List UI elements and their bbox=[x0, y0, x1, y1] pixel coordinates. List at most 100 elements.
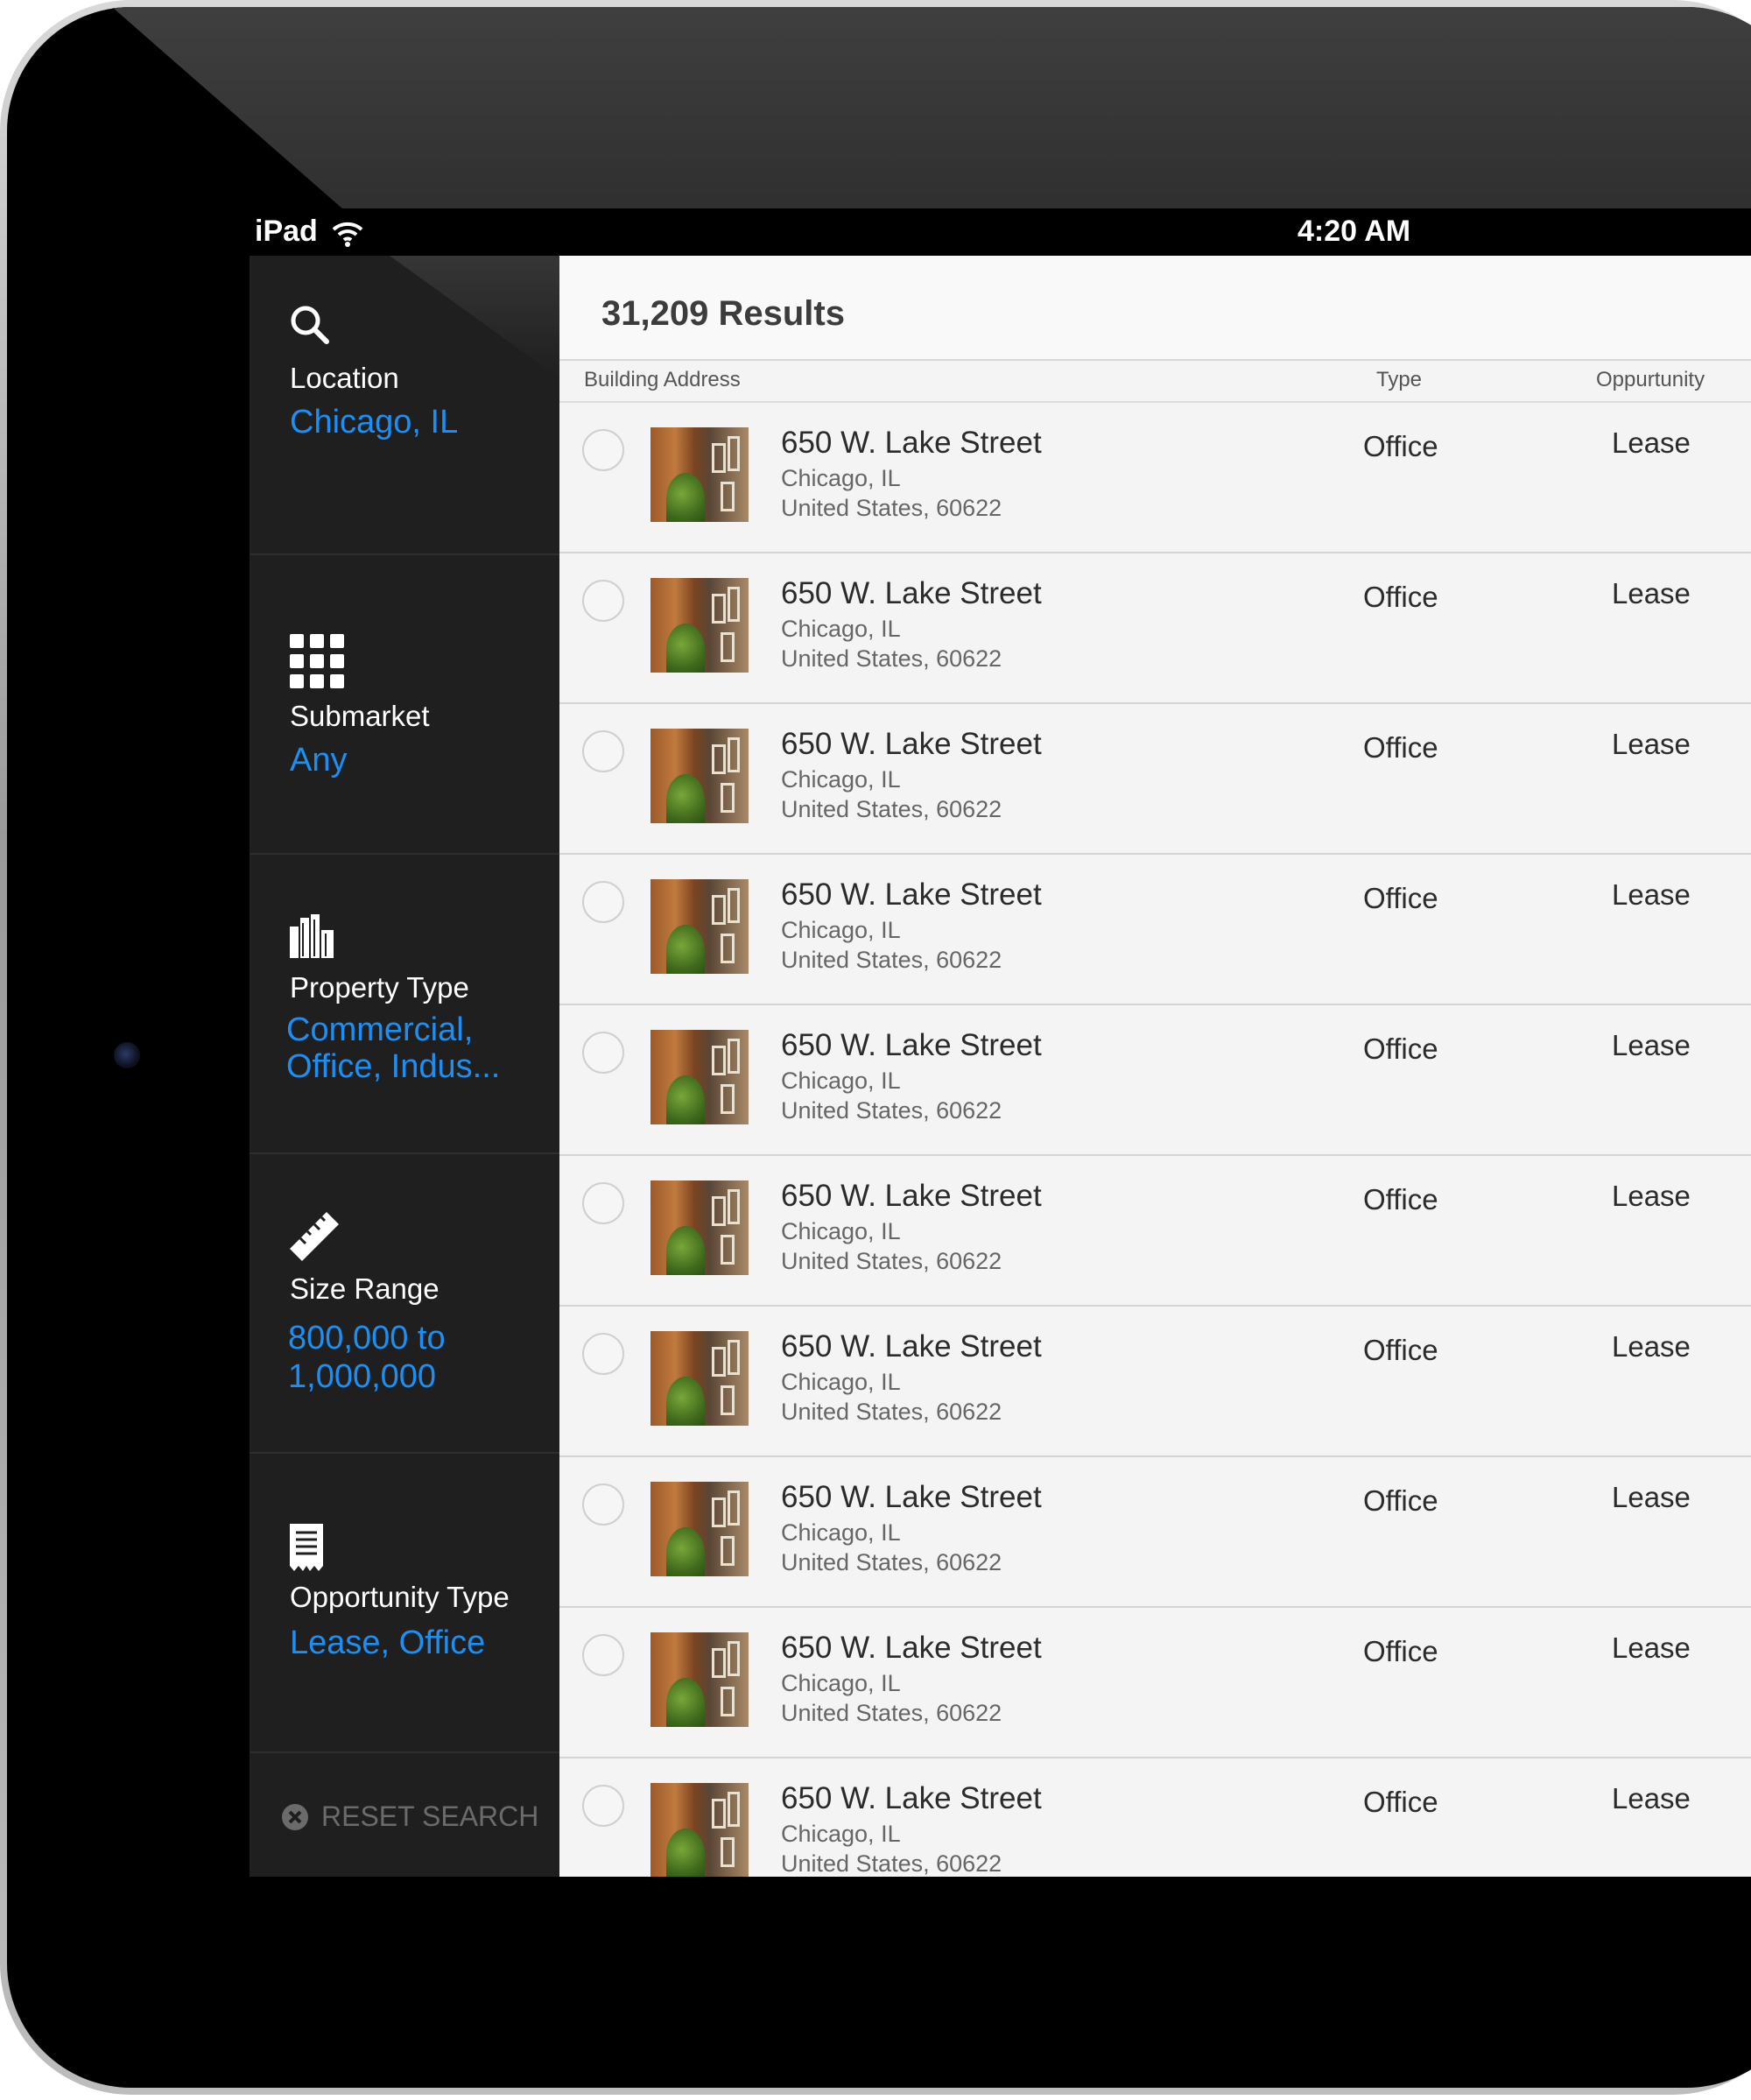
building-thumbnail bbox=[650, 578, 749, 673]
column-header-opportunity[interactable]: Oppurtunity bbox=[1596, 368, 1705, 392]
row-type: Office bbox=[1363, 1183, 1438, 1216]
row-type: Office bbox=[1363, 1032, 1438, 1065]
row-select-checkbox[interactable] bbox=[582, 429, 624, 471]
front-camera bbox=[114, 1042, 140, 1068]
buildings-icon bbox=[290, 914, 334, 958]
row-opportunity: Lease bbox=[1612, 1782, 1691, 1815]
filter-submarket-label: Submarket bbox=[290, 700, 430, 732]
row-street: 650 W. Lake Street bbox=[781, 1028, 1042, 1062]
filter-size-range-value-line2: 1,000,000 bbox=[288, 1358, 437, 1395]
building-thumbnail bbox=[650, 1030, 749, 1124]
row-street: 650 W. Lake Street bbox=[781, 576, 1042, 610]
filter-opportunity-type-value: Lease, Office bbox=[290, 1624, 486, 1661]
row-street: 650 W. Lake Street bbox=[781, 1179, 1042, 1213]
row-country-zip: United States, 60622 bbox=[781, 947, 1002, 973]
building-thumbnail bbox=[650, 1632, 749, 1727]
row-country-zip: United States, 60622 bbox=[781, 1248, 1002, 1274]
row-city: Chicago, IL bbox=[781, 616, 901, 642]
row-type: Office bbox=[1363, 1484, 1438, 1517]
row-city: Chicago, IL bbox=[781, 1519, 901, 1546]
row-city: Chicago, IL bbox=[781, 917, 901, 943]
building-thumbnail bbox=[650, 1783, 749, 1877]
filter-submarket[interactable]: Submarket Any bbox=[250, 555, 559, 855]
table-row[interactable]: 650 W. Lake Street Chicago, IL United St… bbox=[559, 855, 1751, 1005]
row-opportunity: Lease bbox=[1612, 1631, 1691, 1664]
row-select-checkbox[interactable] bbox=[582, 1032, 624, 1074]
row-select-checkbox[interactable] bbox=[582, 1333, 624, 1375]
row-country-zip: United States, 60622 bbox=[781, 1850, 1002, 1877]
row-street: 650 W. Lake Street bbox=[781, 1480, 1042, 1514]
wifi-icon bbox=[332, 222, 363, 247]
row-city: Chicago, IL bbox=[781, 1218, 901, 1244]
row-city: Chicago, IL bbox=[781, 1068, 901, 1094]
row-select-checkbox[interactable] bbox=[582, 1634, 624, 1676]
filter-size-range-label: Size Range bbox=[290, 1272, 440, 1305]
row-select-checkbox[interactable] bbox=[582, 730, 624, 772]
row-type: Office bbox=[1363, 882, 1438, 914]
table-row[interactable]: 650 W. Lake Street Chicago, IL United St… bbox=[559, 1307, 1751, 1457]
row-opportunity: Lease bbox=[1612, 1029, 1691, 1061]
table-row[interactable]: 650 W. Lake Street Chicago, IL United St… bbox=[559, 1457, 1751, 1608]
row-city: Chicago, IL bbox=[781, 1369, 901, 1395]
filter-property-type-label: Property Type bbox=[290, 971, 469, 1004]
row-opportunity: Lease bbox=[1612, 426, 1691, 459]
filter-location-label: Location bbox=[290, 362, 399, 394]
filter-sidebar: Location Chicago, IL Submarket Any Prope… bbox=[250, 256, 559, 1877]
table-row[interactable]: 650 W. Lake Street Chicago, IL United St… bbox=[559, 403, 1751, 553]
row-type: Office bbox=[1363, 1635, 1438, 1667]
row-opportunity: Lease bbox=[1612, 728, 1691, 760]
table-row[interactable]: 650 W. Lake Street Chicago, IL United St… bbox=[559, 1758, 1751, 1877]
row-opportunity: Lease bbox=[1612, 577, 1691, 610]
building-thumbnail bbox=[650, 729, 749, 823]
building-thumbnail bbox=[650, 1331, 749, 1426]
row-opportunity: Lease bbox=[1612, 878, 1691, 911]
table-row[interactable]: 650 W. Lake Street Chicago, IL United St… bbox=[559, 553, 1751, 704]
reset-search-label: RESET SEARCH bbox=[321, 1801, 539, 1832]
grid-icon bbox=[290, 634, 344, 688]
row-country-zip: United States, 60622 bbox=[781, 1549, 1002, 1575]
filter-property-type[interactable]: Property Type Commercial, Office, Indus.… bbox=[250, 855, 559, 1154]
reset-search-button[interactable]: RESET SEARCH bbox=[250, 1762, 559, 1877]
row-select-checkbox[interactable] bbox=[582, 1182, 624, 1224]
clear-icon bbox=[282, 1804, 308, 1830]
row-select-checkbox[interactable] bbox=[582, 580, 624, 622]
row-city: Chicago, IL bbox=[781, 465, 901, 491]
row-country-zip: United States, 60622 bbox=[781, 796, 1002, 822]
results-panel: 31,209 Results Building Address Type Opp… bbox=[559, 256, 1751, 1877]
table-row[interactable]: 650 W. Lake Street Chicago, IL United St… bbox=[559, 1005, 1751, 1156]
column-header-type[interactable]: Type bbox=[1376, 368, 1422, 392]
building-thumbnail bbox=[650, 879, 749, 974]
row-street: 650 W. Lake Street bbox=[781, 1631, 1042, 1665]
status-time: 4:20 AM bbox=[1297, 215, 1411, 248]
row-country-zip: United States, 60622 bbox=[781, 495, 1002, 521]
ruler-icon bbox=[290, 1212, 339, 1261]
row-select-checkbox[interactable] bbox=[582, 881, 624, 923]
row-select-checkbox[interactable] bbox=[582, 1483, 624, 1526]
status-bar: iPad 4:20 AM bbox=[243, 208, 1751, 256]
filter-property-type-value-line1: Commercial, bbox=[286, 1011, 474, 1048]
row-opportunity: Lease bbox=[1612, 1330, 1691, 1363]
building-thumbnail bbox=[650, 1482, 749, 1576]
row-country-zip: United States, 60622 bbox=[781, 645, 1002, 672]
table-row[interactable]: 650 W. Lake Street Chicago, IL United St… bbox=[559, 704, 1751, 855]
column-header-address[interactable]: Building Address bbox=[584, 368, 741, 392]
row-city: Chicago, IL bbox=[781, 1670, 901, 1696]
row-street: 650 W. Lake Street bbox=[781, 426, 1042, 460]
row-street: 650 W. Lake Street bbox=[781, 1781, 1042, 1815]
filter-opportunity-type[interactable]: Opportunity Type Lease, Office bbox=[250, 1454, 559, 1753]
table-row[interactable]: 650 W. Lake Street Chicago, IL United St… bbox=[559, 1156, 1751, 1307]
row-country-zip: United States, 60622 bbox=[781, 1700, 1002, 1726]
filter-opportunity-type-label: Opportunity Type bbox=[290, 1581, 510, 1613]
row-opportunity: Lease bbox=[1612, 1180, 1691, 1212]
search-icon bbox=[291, 306, 329, 344]
row-country-zip: United States, 60622 bbox=[781, 1399, 1002, 1425]
filter-size-range[interactable]: Size Range 800,000 to 1,000,000 bbox=[250, 1154, 559, 1454]
filter-size-range-value-line1: 800,000 to bbox=[288, 1320, 446, 1357]
table-row[interactable]: 650 W. Lake Street Chicago, IL United St… bbox=[559, 1608, 1751, 1758]
filter-location-value: Chicago, IL bbox=[290, 404, 459, 440]
row-country-zip: United States, 60622 bbox=[781, 1097, 1002, 1124]
row-select-checkbox[interactable] bbox=[582, 1785, 624, 1827]
row-street: 650 W. Lake Street bbox=[781, 727, 1042, 761]
row-street: 650 W. Lake Street bbox=[781, 1329, 1042, 1364]
row-street: 650 W. Lake Street bbox=[781, 877, 1042, 912]
